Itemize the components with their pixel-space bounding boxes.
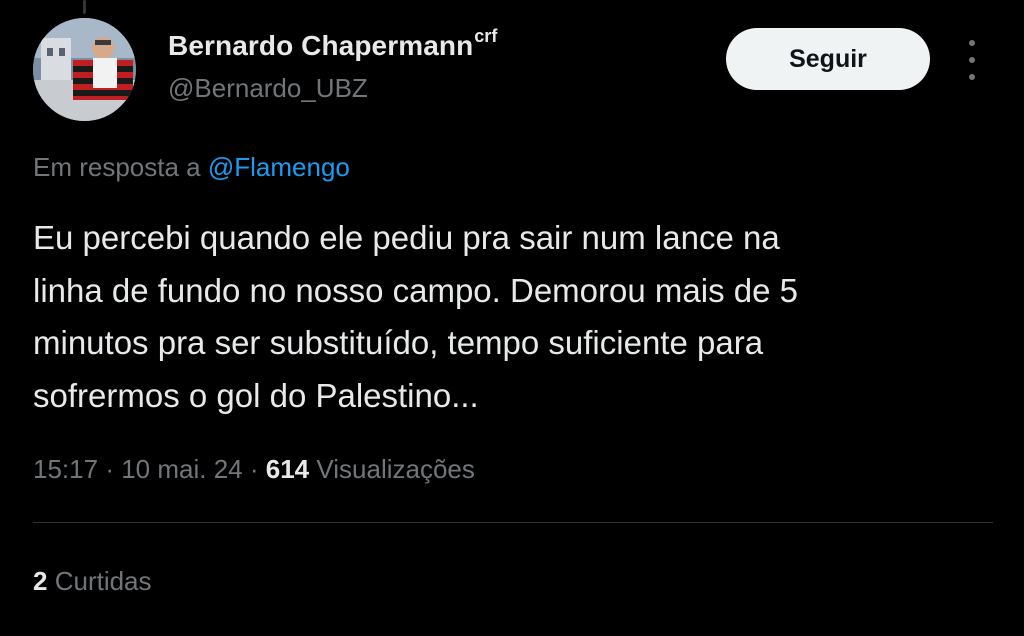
views-label: Visualizações xyxy=(316,454,475,484)
more-dot xyxy=(969,57,975,63)
reply-prefix: Em resposta a xyxy=(33,152,201,182)
likes-count: 2 xyxy=(33,566,48,596)
more-vertical-icon[interactable] xyxy=(958,40,986,80)
avatar-photo xyxy=(33,18,136,121)
meta-separator: · xyxy=(249,454,259,484)
avatar[interactable] xyxy=(33,18,136,121)
author-name-suffix: crf xyxy=(474,26,498,46)
author-name-row[interactable]: Bernardo Chapermann crf xyxy=(168,26,497,62)
tweet-date[interactable]: 10 mai. 24 xyxy=(121,454,242,484)
meta-separator: · xyxy=(105,454,114,484)
tweet-meta: 15:17 · 10 mai. 24 · 614 Visualizações xyxy=(33,454,475,485)
views-count: 614 xyxy=(265,454,310,484)
reply-mention-link[interactable]: @Flamengo xyxy=(208,152,350,182)
author-display-name[interactable]: Bernardo Chapermann xyxy=(168,30,473,62)
thread-connector-line xyxy=(83,0,86,14)
more-dot xyxy=(969,74,975,80)
tweet-time[interactable]: 15:17 xyxy=(33,454,98,484)
tweet-text: Eu percebi quando ele pediu pra sair num… xyxy=(33,219,798,414)
follow-button[interactable]: Seguir xyxy=(726,28,930,90)
more-dot xyxy=(969,40,975,46)
divider xyxy=(33,522,993,523)
likes-stat[interactable]: 2 Curtidas xyxy=(33,566,152,597)
reply-context: Em resposta a @Flamengo xyxy=(33,152,350,183)
author-handle[interactable]: @Bernardo_UBZ xyxy=(168,73,368,104)
likes-label: Curtidas xyxy=(54,566,152,596)
